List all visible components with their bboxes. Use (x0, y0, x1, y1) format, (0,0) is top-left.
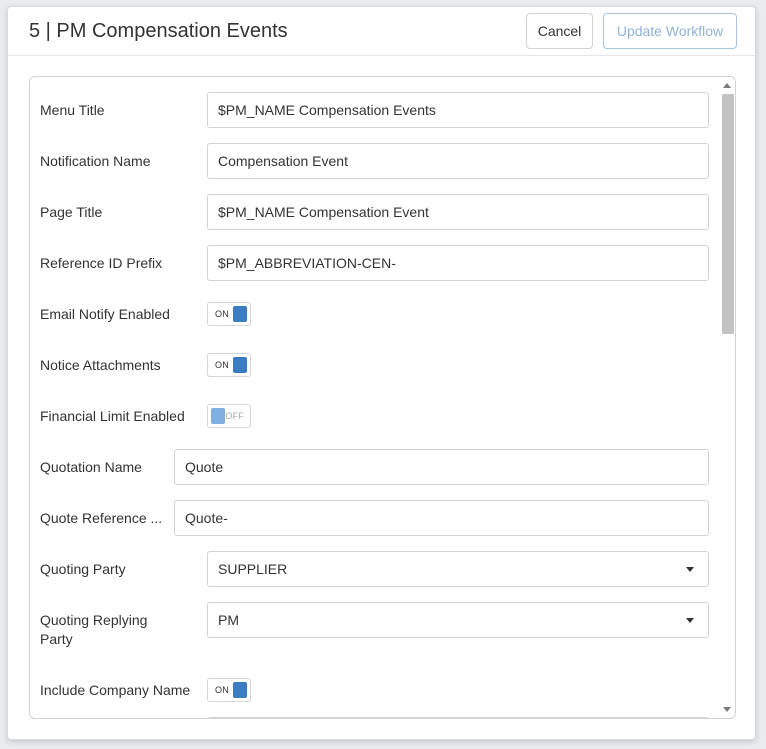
modal-header: 5 | PM Compensation Events Cancel Update… (8, 7, 755, 56)
workflow-modal: 5 | PM Compensation Events Cancel Update… (7, 6, 756, 740)
notification-name-label: Notification Name (40, 153, 151, 169)
email-notify-enabled-toggle[interactable]: ON (207, 302, 251, 326)
include-company-name-toggle[interactable]: ON (207, 678, 251, 702)
toggle-knob (233, 306, 247, 322)
toggle-knob (233, 682, 247, 698)
menu-title-input[interactable]: $PM_NAME Compensation Events (207, 92, 709, 128)
quotation-name-label: Quotation Name (40, 459, 142, 475)
toggle-state-text: ON (215, 309, 229, 319)
email-notify-enabled-label: Email Notify Enabled (40, 306, 170, 322)
toggle-state-text: ON (215, 685, 229, 695)
include-company-name-label: Include Company Name (40, 682, 191, 698)
toggle-knob (233, 357, 247, 373)
form-scrollbar[interactable] (719, 77, 735, 718)
toggle-knob (211, 408, 225, 424)
cancel-button[interactable]: Cancel (526, 13, 593, 49)
page-title-label: Page Title (40, 204, 103, 220)
quote-reference-label: Quote Reference ... (40, 510, 163, 526)
quotation-name-input[interactable]: Quote (174, 449, 709, 485)
update-workflow-button[interactable]: Update Workflow (603, 13, 737, 49)
financial-limit-enabled-label: Financial Limit Enabled (40, 408, 185, 424)
caret-down-icon (686, 567, 694, 572)
toggle-state-text: OFF (225, 411, 244, 421)
reference-id-prefix-label: Reference ID Prefix (40, 255, 163, 271)
next-field-input[interactable] (207, 717, 709, 718)
quote-reference-input[interactable]: Quote- (174, 500, 709, 536)
notice-attachments-label: Notice Attachments (40, 357, 161, 373)
modal-title: 5 | PM Compensation Events (29, 20, 288, 42)
quoting-party-select[interactable]: SUPPLIER (207, 551, 709, 587)
menu-title-label: Menu Title (40, 102, 105, 118)
toggle-state-text: ON (215, 360, 229, 370)
quoting-replying-party-label: Quoting Replying Party (40, 611, 147, 649)
quoting-replying-party-label-line2: Party (40, 631, 73, 647)
scroll-up-arrow-icon[interactable] (723, 83, 731, 88)
caret-down-icon (686, 618, 694, 623)
quoting-replying-party-value: PM (218, 612, 239, 628)
notification-name-input[interactable]: Compensation Event (207, 143, 709, 179)
notice-attachments-toggle[interactable]: ON (207, 353, 251, 377)
scroll-down-arrow-icon[interactable] (723, 707, 731, 712)
quoting-party-label: Quoting Party (40, 561, 126, 577)
scrollbar-thumb[interactable] (722, 94, 734, 334)
form-panel: Menu Title $PM_NAME Compensation Events … (29, 76, 736, 719)
reference-id-prefix-input[interactable]: $PM_ABBREVIATION-CEN- (207, 245, 709, 281)
quoting-replying-party-select[interactable]: PM (207, 602, 709, 638)
financial-limit-enabled-toggle[interactable]: OFF (207, 404, 251, 428)
page-title-input[interactable]: $PM_NAME Compensation Event (207, 194, 709, 230)
quoting-replying-party-label-line1: Quoting Replying (40, 612, 148, 628)
quoting-party-value: SUPPLIER (218, 561, 288, 577)
